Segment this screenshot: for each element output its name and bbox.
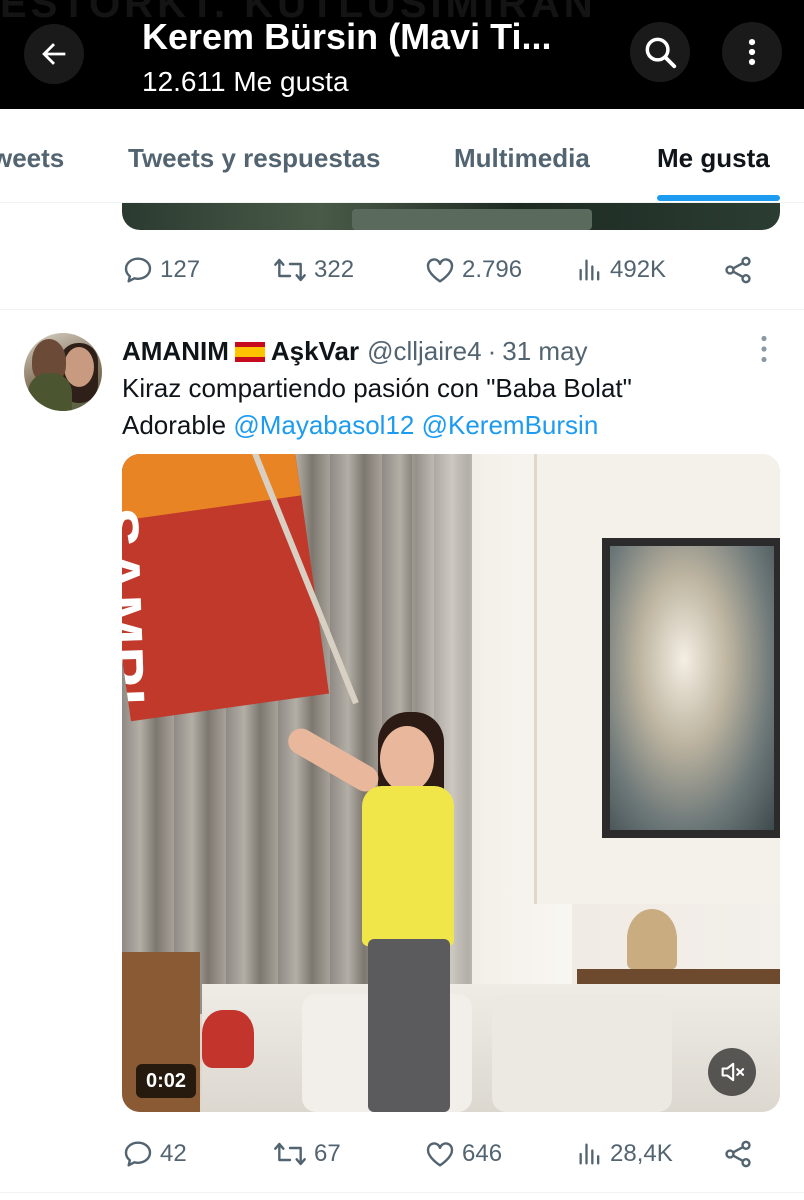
tweet-text-line1: Kiraz compartiendo pasión con "Baba Bola… — [122, 373, 632, 403]
share-icon — [725, 256, 751, 284]
views-chart-icon — [579, 1143, 600, 1165]
profile-header: ESTORKT. KUTLUSIMIRAN Kerem Bürsin (Mavi… — [0, 0, 804, 109]
views-chart-icon — [579, 259, 600, 281]
tweet-video[interactable]: SAMPI 0:02 — [122, 454, 780, 1112]
share-icon — [725, 1140, 751, 1168]
retweet-button[interactable]: 322 — [272, 250, 354, 290]
retweet-count: 67 — [314, 1140, 341, 1167]
more-vertical-icon — [748, 38, 756, 66]
view-count: 28,4K — [610, 1140, 673, 1167]
reply-button[interactable]: 127 — [122, 250, 200, 290]
tab-media[interactable]: Multimedia — [454, 143, 590, 174]
reply-icon — [124, 1141, 152, 1167]
tweet-date[interactable]: 31 may — [502, 336, 587, 367]
author-handle[interactable]: @clljaire4 — [367, 336, 482, 367]
retweet-button[interactable]: 67 — [272, 1134, 341, 1174]
search-icon — [645, 37, 677, 69]
search-button[interactable] — [630, 22, 690, 82]
avatar[interactable] — [24, 333, 102, 411]
retweet-count: 322 — [314, 256, 355, 283]
like-button[interactable]: 646 — [424, 1134, 502, 1174]
tweet-divider — [0, 1192, 804, 1193]
likes-count-subtitle: 12.611 Me gusta — [142, 66, 349, 97]
separator-dot: · — [487, 335, 497, 366]
mention-link[interactable]: @KeremBursin — [422, 410, 599, 440]
share-button[interactable] — [722, 1134, 760, 1174]
reply-icon — [124, 257, 152, 283]
arrow-left-icon — [42, 43, 66, 65]
tab-likes[interactable]: Me gusta — [657, 143, 770, 174]
view-count: 492K — [610, 256, 667, 283]
retweet-icon — [274, 1142, 306, 1166]
author-name-suffix[interactable]: AşkVar — [271, 336, 359, 367]
more-options-button[interactable] — [722, 22, 782, 82]
volume-muted-icon — [721, 1062, 745, 1082]
active-tab-indicator — [657, 195, 780, 201]
author-name[interactable]: AMANIM — [122, 336, 229, 367]
page-title: Kerem Bürsin (Mavi Ti... — [142, 16, 552, 57]
like-button[interactable]: 2.796 — [424, 250, 522, 290]
tab-tweets[interactable]: weets — [0, 143, 64, 174]
tweet-text-prefix: Adorable — [122, 410, 227, 440]
video-flag: SAMPI — [122, 454, 330, 722]
tweet-more-button[interactable] — [750, 332, 778, 366]
heart-icon — [426, 1142, 454, 1167]
reply-button[interactable]: 42 — [122, 1134, 187, 1174]
mute-button[interactable] — [708, 1048, 756, 1096]
back-button[interactable] — [24, 24, 84, 84]
tweet-header: AMANIM AşkVar @clljaire4 · 31 may — [122, 334, 588, 368]
previous-tweet-actions: 127 322 2.796 492K — [122, 250, 762, 290]
tab-tweets-and-replies[interactable]: Tweets y respuestas — [128, 143, 380, 174]
profile-tabs: weets Tweets y respuestas Multimedia Me … — [0, 109, 804, 203]
previous-tweet-media[interactable] — [122, 203, 780, 230]
like-count: 646 — [462, 1140, 503, 1167]
video-duration: 0:02 — [136, 1064, 197, 1098]
spain-flag-emoji — [234, 342, 265, 362]
more-vertical-icon — [761, 335, 767, 363]
tweet-actions: 42 67 646 28,4K — [122, 1134, 762, 1174]
mention-link[interactable]: @Mayabasol12 — [233, 410, 414, 440]
views-button[interactable]: 28,4K — [576, 1134, 673, 1174]
reply-count: 127 — [160, 256, 201, 283]
tweet-divider — [0, 309, 804, 310]
share-button[interactable] — [722, 250, 760, 290]
flag-text: SAMPI — [122, 506, 158, 709]
heart-icon — [426, 258, 454, 283]
tweet-text: Kiraz compartiendo pasión con "Baba Bola… — [122, 370, 762, 444]
like-count: 2.796 — [462, 256, 523, 283]
retweet-icon — [274, 258, 306, 282]
reply-count: 42 — [160, 1140, 187, 1167]
views-button[interactable]: 492K — [576, 250, 666, 290]
